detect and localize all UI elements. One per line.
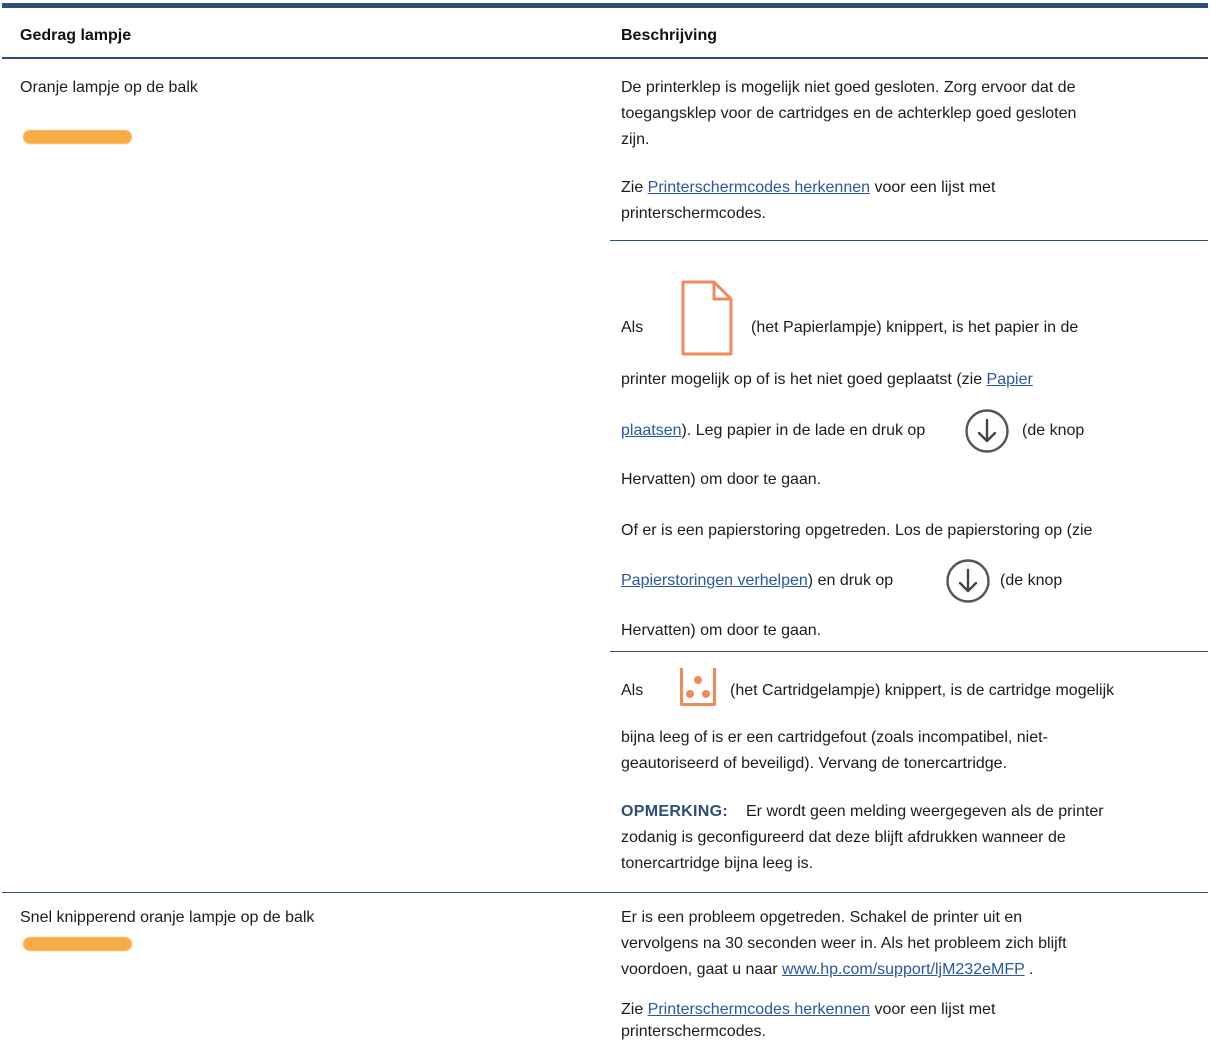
paper-knop2: (de knop (1000, 572, 1063, 589)
paper-storing-text: ) en druk op (807, 572, 894, 589)
row2-line3-text: voordoen, gaat u naar (621, 961, 783, 978)
link-printerschermcodes[interactable]: Printerschermcodes herkennen (648, 1001, 870, 1018)
paper-after-icon: (het Papierlampje) knippert, is het papi… (751, 319, 1079, 336)
note-line1: OPMERKING: Er wordt geen melding weergege… (621, 800, 1104, 824)
row1-text-line2: toegangsklep voor de cartridges en de ac… (621, 105, 1077, 122)
document-page: Gedrag lampje Beschrijving Oranje lampje… (0, 0, 1210, 1046)
resume-button-icon (946, 559, 990, 603)
row-divider (610, 240, 1208, 241)
row1-see-line: Zie Printerschermcodes herkennen voor ee… (621, 176, 995, 200)
row2-text-line3: voordoen, gaat u naar www.hp.com/support… (621, 958, 1033, 982)
cartridge-after-icon: (het Cartridgelampje) knippert, is de ca… (730, 682, 1115, 699)
see-prefix: Zie (621, 1001, 648, 1018)
column-header-behavior: Gedrag lampje (20, 27, 132, 44)
amber-light-bar-icon (23, 937, 132, 951)
paper-line3-text: ). Leg papier in de lade en druk op (681, 422, 926, 439)
cartridge-line3: geautoriseerd of beveiligd). Vervang de … (621, 755, 1008, 772)
row1-see-line2: printerschermcodes. (621, 205, 766, 222)
column-header-description: Beschrijving (621, 27, 718, 44)
paper-line2: printer mogelijk op of is het niet goed … (621, 368, 1033, 392)
note-line3: tonercartridge bijna leeg is. (621, 855, 814, 872)
note-label: OPMERKING: (621, 803, 728, 820)
paper-hervatten2: Hervatten) om door te gaan. (621, 622, 822, 639)
paper-hervatten: Hervatten) om door te gaan. (621, 471, 822, 488)
paper-als: Als (621, 319, 644, 336)
row2-behavior-label: Snel knipperend oranje lampje op de balk (20, 909, 315, 926)
paper-knop: (de knop (1022, 422, 1085, 439)
row2-see-line: Zie Printerschermcodes herkennen voor ee… (621, 998, 995, 1022)
resume-button-icon (965, 409, 1009, 453)
row2-text-line1: Er is een probleem opgetreden. Schakel d… (621, 909, 1023, 926)
row-divider (610, 651, 1208, 652)
paper-of-line: Of er is een papierstoring opgetreden. L… (621, 522, 1093, 539)
cartridge-als: Als (621, 682, 644, 699)
row1-text-line3: zijn. (621, 131, 650, 148)
cartridge-light-icon (680, 668, 716, 706)
link-papierstoringen[interactable]: Papierstoringen verhelpen (621, 572, 808, 589)
row2-line3-suffix: . (1024, 961, 1034, 978)
row1-text-line1: De printerklep is mogelijk niet goed ges… (621, 79, 1076, 96)
link-papier[interactable]: Papier (987, 371, 1033, 388)
link-hp-support[interactable]: www.hp.com/support/ljM232eMFP (782, 961, 1024, 978)
link-plaatsen[interactable]: plaatsen (621, 422, 682, 439)
note-text1: Er wordt geen melding weergegeven als de… (746, 803, 1104, 820)
link-printerschermcodes[interactable]: Printerschermcodes herkennen (648, 179, 870, 196)
table-top-rule (2, 3, 1208, 8)
amber-light-bar-icon (23, 130, 132, 144)
see-suffix: voor een lijst met (870, 1001, 996, 1018)
row-divider (2, 892, 1208, 893)
see-suffix: voor een lijst met (870, 179, 996, 196)
paper-storing-line: Papierstoringen verhelpen) en druk op (621, 569, 893, 593)
note-line2: zodanig is geconfigureerd dat deze blijf… (621, 829, 1066, 846)
row1-behavior-label: Oranje lampje op de balk (20, 79, 198, 96)
header-rule (2, 57, 1208, 59)
paper-light-icon (681, 280, 733, 356)
row2-text-line2: vervolgens na 30 seconden weer in. Als h… (621, 935, 1067, 952)
paper-line3: plaatsen). Leg papier in de lade en druk… (621, 419, 925, 443)
paper-line2-text: printer mogelijk op of is het niet goed … (621, 371, 987, 388)
see-prefix: Zie (621, 179, 648, 196)
row2-see-line2: printerschermcodes. (621, 1023, 766, 1040)
cartridge-line2: bijna leeg of is er een cartridgefout (z… (621, 729, 1048, 746)
